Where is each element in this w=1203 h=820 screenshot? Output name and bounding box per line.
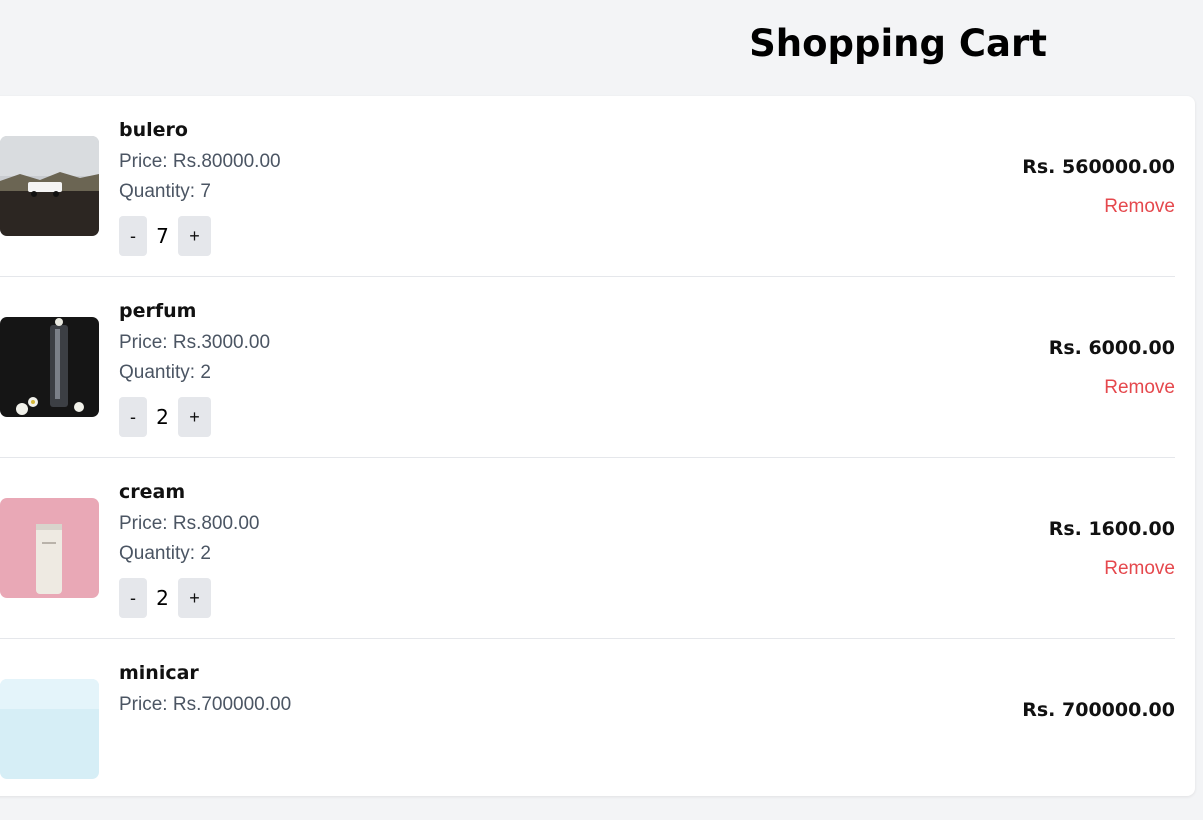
decrement-button[interactable]: - xyxy=(119,397,147,437)
product-name: cream xyxy=(119,481,186,503)
line-total: Rs. 560000.00 xyxy=(1022,156,1175,178)
quantity-stepper: - 7 + xyxy=(119,216,211,256)
page-title: Shopping Cart xyxy=(749,22,1047,65)
product-image xyxy=(0,679,99,779)
quantity-value: 7 xyxy=(156,224,169,248)
increment-button[interactable]: + xyxy=(178,397,211,437)
product-quantity: Quantity: 2 xyxy=(119,543,211,564)
cart-panel: bulero Price: Rs.80000.00 Quantity: 7 - … xyxy=(0,96,1195,796)
increment-button[interactable]: + xyxy=(178,216,211,256)
remove-button[interactable]: Remove xyxy=(1104,558,1175,580)
remove-button[interactable]: Remove xyxy=(1104,196,1175,218)
product-price: Price: Rs.80000.00 xyxy=(119,151,281,172)
line-total: Rs. 6000.00 xyxy=(1048,337,1175,359)
increment-button[interactable]: + xyxy=(178,578,211,618)
product-name: bulero xyxy=(119,119,188,141)
product-quantity: Quantity: 2 xyxy=(119,362,211,383)
quantity-value: 2 xyxy=(156,586,169,610)
line-total: Rs. 1600.00 xyxy=(1048,518,1175,540)
product-image xyxy=(0,498,99,598)
cart-item: minicar Price: Rs.700000.00 Rs. 700000.0… xyxy=(0,639,1175,820)
cart-item: perfum Price: Rs.3000.00 Quantity: 2 - 2… xyxy=(0,277,1175,458)
product-image xyxy=(0,317,99,417)
product-price: Price: Rs.3000.00 xyxy=(119,332,271,353)
quantity-stepper: - 2 + xyxy=(119,578,211,618)
product-name: minicar xyxy=(119,662,199,684)
cart-item: cream Price: Rs.800.00 Quantity: 2 - 2 +… xyxy=(0,458,1175,639)
product-quantity: Quantity: 7 xyxy=(119,181,211,202)
product-name: perfum xyxy=(119,300,197,322)
quantity-stepper: - 2 + xyxy=(119,397,211,437)
remove-button[interactable]: Remove xyxy=(1104,377,1175,399)
decrement-button[interactable]: - xyxy=(119,578,147,618)
decrement-button[interactable]: - xyxy=(119,216,147,256)
line-total: Rs. 700000.00 xyxy=(1022,699,1175,721)
product-image xyxy=(0,136,99,236)
quantity-value: 2 xyxy=(156,405,169,429)
product-price: Price: Rs.800.00 xyxy=(119,513,260,534)
cart-item: bulero Price: Rs.80000.00 Quantity: 7 - … xyxy=(0,96,1175,277)
